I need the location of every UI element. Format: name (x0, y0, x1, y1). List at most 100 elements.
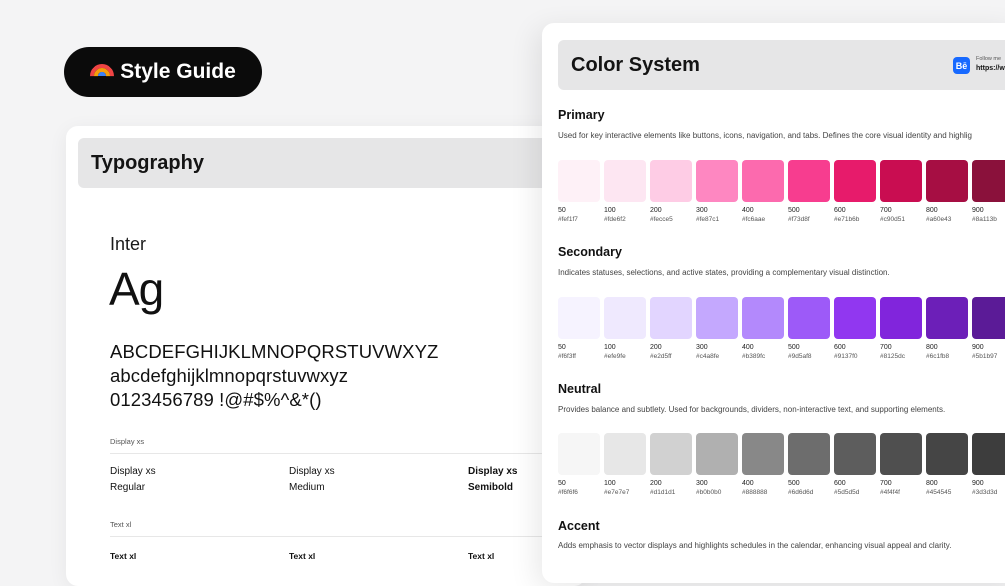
color-swatch[interactable]: 100 #fde6f2 (604, 160, 646, 223)
color-swatch[interactable]: 200 #d1d1d1 (650, 433, 692, 496)
color-swatch[interactable]: 900 #8a113b (972, 160, 1005, 223)
swatch-shade: 300 (696, 207, 708, 214)
swatch-hex: #e7e7e7 (604, 489, 630, 496)
typography-title: Typography (91, 151, 204, 174)
behance-icon[interactable]: Bē (953, 57, 970, 74)
color-chip (880, 433, 922, 475)
text-xl-sample: Text xl (289, 551, 316, 561)
color-chip (742, 433, 784, 475)
swatch-hex: #3d3d3d (972, 489, 998, 496)
swatch-hex: #e71b6b (834, 216, 860, 223)
color-swatch[interactable]: 800 #454545 (926, 433, 968, 496)
swatch-hex: #f73d8f (788, 216, 810, 223)
color-swatch[interactable]: 300 #b0b0b0 (696, 433, 738, 496)
swatch-shade: 300 (696, 344, 708, 351)
swatch-hex: #8125dc (880, 353, 905, 360)
typography-header: Typography (78, 138, 586, 188)
font-family-name: Inter (110, 234, 147, 254)
color-swatch[interactable]: 700 #4f4f4f (880, 433, 922, 496)
swatch-shade: 100 (604, 480, 616, 487)
swatch-shade: 900 (972, 344, 984, 351)
color-chip (650, 297, 692, 339)
color-swatch[interactable]: 600 #5d5d5d (834, 433, 876, 496)
neutral-group-description: Provides balance and subtlety. Used for … (558, 405, 946, 414)
color-swatch[interactable]: 700 #c90d51 (880, 160, 922, 223)
follow-link[interactable]: https://w (976, 65, 1005, 72)
sample-name: Display xs (289, 466, 335, 477)
color-swatch[interactable]: 400 #888888 (742, 433, 784, 496)
color-swatch[interactable]: 50 #f6f6f6 (558, 433, 600, 496)
swatch-shade: 700 (880, 207, 892, 214)
swatch-shade: 50 (558, 480, 566, 487)
sample-weight: Regular (110, 482, 146, 493)
swatch-shade: 300 (696, 480, 708, 487)
swatch-hex: #c90d51 (880, 216, 905, 223)
color-chip (834, 433, 876, 475)
color-swatch[interactable]: 900 #5b1b97 (972, 297, 1005, 360)
color-swatch[interactable]: 100 #e7e7e7 (604, 433, 646, 496)
uppercase-glyphs: ABCDEFGHIJKLMNOPQRSTUVWXYZ (110, 341, 439, 362)
swatch-hex: #5b1b97 (972, 353, 998, 360)
color-swatch[interactable]: 50 #f6f3ff (558, 297, 600, 360)
primary-group-description: Used for key interactive elements like b… (558, 131, 973, 140)
swatch-hex: #b0b0b0 (696, 489, 722, 496)
swatch-shade: 600 (834, 344, 846, 351)
swatch-hex: #c4a8fe (696, 353, 720, 360)
color-swatch[interactable]: 800 #6c1fb8 (926, 297, 968, 360)
color-swatch[interactable]: 200 #fecce5 (650, 160, 692, 223)
swatch-hex: #8a113b (972, 216, 997, 223)
swatch-shade: 800 (926, 344, 938, 351)
follow-label: Follow me (976, 56, 1002, 62)
sample-weight: Semibold (468, 482, 514, 493)
swatch-shade: 700 (880, 480, 892, 487)
color-swatch[interactable]: 400 #b389fc (742, 297, 784, 360)
color-swatch[interactable]: 600 #e71b6b (834, 160, 876, 223)
color-swatch[interactable]: 900 #3d3d3d (972, 433, 1005, 496)
swatch-shade: 200 (650, 344, 662, 351)
color-chip (696, 433, 738, 475)
color-chip (788, 433, 830, 475)
swatch-hex: #6c1fb8 (926, 353, 950, 360)
color-swatch[interactable]: 500 #9d5af8 (788, 297, 830, 360)
swatch-hex: #efe9fe (604, 353, 626, 360)
color-swatch[interactable]: 100 #efe9fe (604, 297, 646, 360)
swatch-hex: #fe87c1 (696, 216, 720, 223)
color-chip (788, 297, 830, 339)
swatch-hex: #d1d1d1 (650, 489, 676, 496)
swatch-shade: 900 (972, 480, 984, 487)
swatch-hex: #454545 (926, 489, 952, 496)
color-swatch[interactable]: 800 #a60e43 (926, 160, 968, 223)
color-chip (696, 297, 738, 339)
color-swatch[interactable]: 600 #9137f0 (834, 297, 876, 360)
lowercase-glyphs: abcdefghijklmnopqrstuvwxyz (110, 365, 349, 386)
swatch-shade: 500 (788, 480, 800, 487)
color-swatch[interactable]: 500 #f73d8f (788, 160, 830, 223)
display-xs-section-label: Display xs (110, 437, 145, 446)
swatch-hex: #6d6d6d (788, 489, 814, 496)
swatch-shade: 100 (604, 344, 616, 351)
rainbow-icon (90, 60, 115, 84)
swatch-hex: #fef1f7 (558, 216, 578, 223)
color-swatch[interactable]: 500 #6d6d6d (788, 433, 830, 496)
swatch-hex: #9137f0 (834, 353, 858, 360)
color-swatch[interactable]: 50 #fef1f7 (558, 160, 600, 223)
color-chip (972, 433, 1005, 475)
neutral-group-title: Neutral (558, 382, 602, 396)
color-chip (558, 297, 600, 339)
swatch-shade: 800 (926, 480, 938, 487)
color-chip (650, 160, 692, 202)
color-chip (558, 433, 600, 475)
color-chip (926, 160, 968, 202)
color-swatch[interactable]: 700 #8125dc (880, 297, 922, 360)
color-swatch[interactable]: 200 #e2d5ff (650, 297, 692, 360)
color-chip (926, 297, 968, 339)
font-specimen: Ag (109, 263, 164, 315)
color-swatch[interactable]: 400 #fc6aae (742, 160, 784, 223)
color-system-header: Color System Bē Follow me https://w (558, 40, 1005, 90)
color-swatch[interactable]: 300 #fe87c1 (696, 160, 738, 223)
color-swatch[interactable]: 300 #c4a8fe (696, 297, 738, 360)
color-chip (880, 160, 922, 202)
type-sample: Display xs Medium (289, 464, 335, 496)
primary-group-title: Primary (558, 108, 605, 122)
swatch-shade: 400 (742, 480, 754, 487)
